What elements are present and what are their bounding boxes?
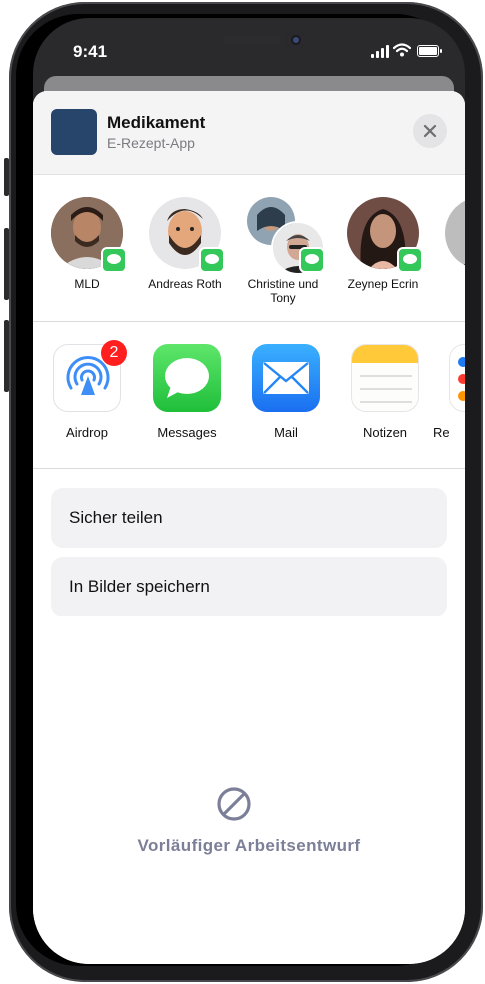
contact-zeynep-ecrin[interactable]: Zeynep Ecrin [333,197,429,317]
action-sicher-teilen[interactable]: Sicher teilen [51,488,447,548]
contact-name: An [435,277,465,291]
share-item-title: Medikament [107,113,206,132]
signal-bar-2 [376,51,379,58]
share-sheet-header: Medikament E-Rezept-App [33,91,465,175]
volume-down-button [4,320,9,392]
reminders-icon [449,344,465,412]
mail-icon [252,344,320,412]
close-icon [423,124,437,138]
contact-name: Christine und Tony [247,277,319,305]
action-in-bilder-speichern[interactable]: In Bilder speichern [51,557,447,617]
prohibited-icon [217,787,251,821]
app-airdrop[interactable]: 2 Airdrop [33,340,129,464]
app-label: Notizen [362,425,408,440]
app-reminders[interactable]: Re [429,344,465,464]
contact-andreas-roth[interactable]: Andreas Roth [135,197,231,317]
messages-badge-icon [299,247,325,273]
action-label: In Bilder speichern [69,577,210,596]
speaker-grille [223,36,281,44]
share-item-subtitle: E-Rezept-App [107,135,195,151]
app-label: Re [433,425,450,440]
screen: 9:41 Medikament E-Rezept-App MLD Andreas… [33,18,465,964]
contact-christine-und-tony[interactable]: Christine und Tony [233,197,329,317]
app-label: Airdrop [66,425,108,440]
app-messages[interactable]: Messages [133,344,229,464]
contact-partial[interactable]: An [431,197,465,317]
messages-icon [153,344,221,412]
close-button[interactable] [413,114,447,148]
notification-badge: 2 [101,340,127,366]
contact-name: Zeynep Ecrin [347,277,419,291]
contact-name: Andreas Roth [148,277,222,291]
mute-switch [4,158,9,196]
contact-name: MLD [74,277,100,291]
volume-up-button [4,228,9,300]
status-time: 9:41 [73,42,108,61]
apps-row: 2 Airdrop Messages Mail Notizen Re [33,322,465,469]
contacts-row: MLD Andreas Roth Christine und Tony Zeyn… [33,175,465,322]
signal-bar-3 [381,48,384,58]
avatar [445,197,465,269]
signal-bar-4 [386,45,389,58]
app-label: Mail [274,425,298,440]
battery-icon [417,45,442,57]
messages-badge-icon [397,247,423,273]
item-thumbnail [51,109,97,155]
app-notizen[interactable]: Notizen [331,344,427,464]
app-label: Messages [157,425,217,440]
notes-icon [351,344,419,412]
messages-badge-icon [199,247,225,273]
draft-watermark: Vorläufiger Arbeitsentwurf [137,836,361,855]
front-camera [287,31,305,49]
app-mail[interactable]: Mail [232,344,328,464]
wifi-icon [393,43,411,57]
messages-badge-icon [101,247,127,273]
person-icon [445,197,465,269]
signal-bar-1 [371,54,374,58]
action-label: Sicher teilen [69,508,163,527]
share-sheet: Medikament E-Rezept-App MLD Andreas Roth… [33,91,465,964]
contact-mld[interactable]: MLD [37,197,133,317]
